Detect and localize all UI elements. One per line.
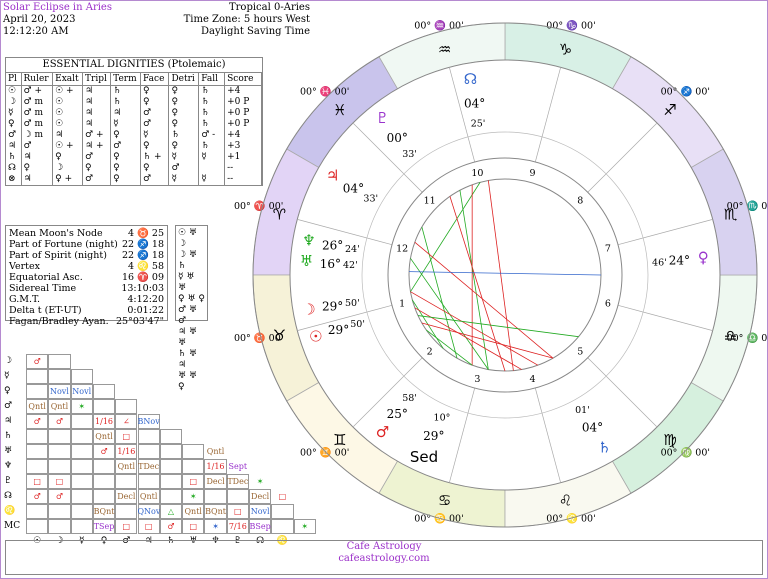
planet-minute: 33' bbox=[402, 149, 417, 160]
cusp-label: 00° ♍ 00' bbox=[661, 446, 710, 458]
planet-degree: 26° bbox=[322, 239, 343, 253]
planet-minute: 24' bbox=[345, 244, 360, 255]
cusp-label: 00° ♑ 00' bbox=[546, 20, 595, 32]
footer: Cafe Astrology cafeastrology.com bbox=[5, 540, 763, 575]
footer-line1: Cafe Astrology bbox=[346, 541, 422, 552]
planet-degree: 04° bbox=[464, 97, 485, 111]
planet-minute: 10° bbox=[434, 413, 451, 424]
zodiac-sign-glyph: ♒ bbox=[438, 40, 451, 58]
house-number: 1 bbox=[399, 299, 405, 310]
planet-degree: 29° bbox=[328, 323, 349, 337]
chart-wheel: ♑♒♓♈♉♊♋ ♌♍♎♏♐00° ♑ 00'00° ♒ 00'00° ♓ 00'0… bbox=[234, 20, 768, 528]
planet-degree: 16° bbox=[320, 257, 341, 271]
planet-minute: 33' bbox=[363, 194, 378, 205]
planet-degree: 04° bbox=[582, 421, 603, 435]
zodiac-sign-glyph: ♑ bbox=[559, 40, 572, 58]
planet-glyph: ☊ bbox=[464, 70, 477, 88]
planet-minute: 46' bbox=[652, 257, 667, 268]
planet-glyph: ♂ bbox=[376, 423, 389, 441]
footer-line2: cafeastrology.com bbox=[338, 553, 430, 564]
planet-glyph: ♃ bbox=[326, 167, 339, 185]
planet-minute: 50' bbox=[350, 319, 365, 330]
planet-glyph: ♄ bbox=[598, 438, 611, 456]
planet-glyph: Sed bbox=[410, 448, 438, 466]
house-number: 12 bbox=[396, 243, 408, 254]
planet-glyph: ♀ bbox=[698, 249, 709, 267]
cusp-label: 00° ♎ 00' bbox=[727, 332, 768, 344]
planet-minute: 01' bbox=[575, 405, 590, 416]
cusp-label: 00° ♈ 00' bbox=[234, 200, 283, 212]
house-number: 9 bbox=[530, 168, 536, 179]
house-number: 8 bbox=[577, 196, 583, 207]
planet-glyph: ☽ bbox=[302, 301, 315, 319]
house-number: 2 bbox=[427, 346, 433, 357]
planet-glyph: ♇ bbox=[376, 109, 389, 127]
zodiac-sign-glyph: ♋ bbox=[438, 492, 451, 510]
planet-minute: 58' bbox=[402, 393, 417, 404]
cusp-label: 00° ♊ 00' bbox=[300, 446, 349, 458]
house-number: 10 bbox=[471, 168, 483, 179]
aspect-ring bbox=[408, 178, 602, 372]
cusp-label: 00° ♐ 00' bbox=[661, 86, 710, 98]
house-number: 4 bbox=[530, 374, 536, 385]
house-number: 6 bbox=[605, 299, 611, 310]
planet-glyph: ♅ bbox=[300, 252, 313, 270]
planet-minute: 42' bbox=[343, 260, 358, 271]
planet-glyph: ♆ bbox=[302, 231, 315, 249]
planet-degree: 29° bbox=[322, 299, 343, 313]
planet-minute: 50' bbox=[345, 298, 360, 309]
planet-minute: 25' bbox=[471, 118, 486, 129]
cusp-label: 00° ♓ 00' bbox=[300, 86, 349, 98]
house-number: 11 bbox=[424, 196, 436, 207]
planet-degree: 24° bbox=[669, 254, 690, 268]
planet-degree: 00° bbox=[387, 131, 408, 145]
planet-degree: 04° bbox=[343, 182, 364, 196]
planet-degree: 25° bbox=[387, 407, 408, 421]
house-number: 3 bbox=[474, 374, 480, 385]
cusp-label: 00° ♒ 00' bbox=[414, 20, 463, 32]
zodiac-sign-glyph: ♌ bbox=[559, 492, 572, 510]
planet-glyph: ☉ bbox=[309, 327, 322, 345]
house-number: 7 bbox=[605, 243, 611, 254]
cusp-label: 00° ♉ 00' bbox=[234, 332, 283, 344]
zodiac-sign-glyph: ♐ bbox=[663, 101, 676, 119]
zodiac-sign-glyph: ♓ bbox=[333, 101, 346, 119]
planet-degree: 29° bbox=[423, 429, 444, 443]
house-number: 5 bbox=[577, 346, 583, 357]
